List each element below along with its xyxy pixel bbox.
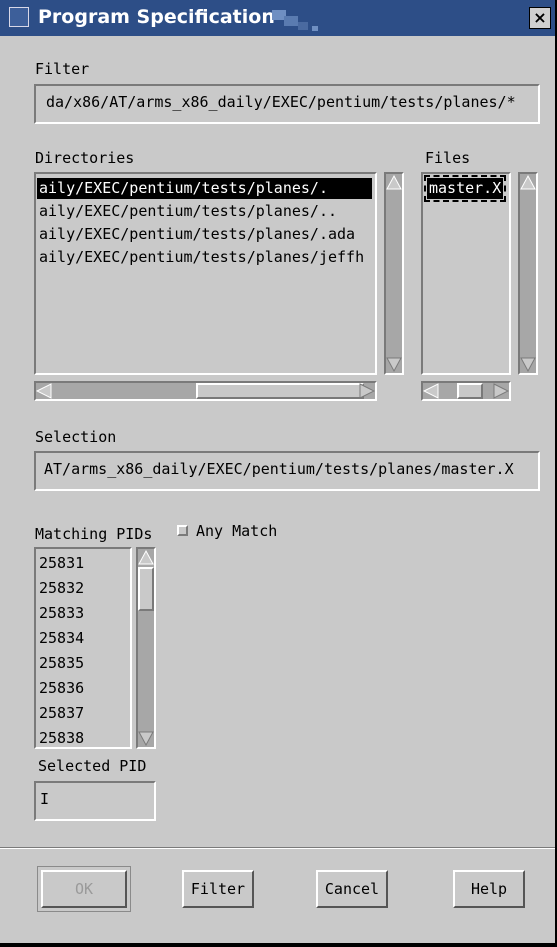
filter-input[interactable]: da/x86/AT/arms_x86_daily/EXEC/pentium/te… [34,84,540,124]
cancel-button[interactable]: Cancel [316,870,388,908]
selection-input[interactable]: AT/arms_x86_daily/EXEC/pentium/tests/pla… [34,451,540,491]
filter-label: Filter [35,60,90,78]
files-scroll-thumb[interactable] [457,383,483,399]
filter-button[interactable]: Filter [182,870,254,908]
filter-input-text: da/x86/AT/arms_x86_daily/EXEC/pentium/te… [46,93,516,111]
scroll-up-arrow-icon[interactable] [520,174,536,190]
pid-item[interactable]: 25832 [37,578,84,599]
directories-list[interactable]: aily/EXEC/pentium/tests/planes/. aily/EX… [34,172,377,375]
directories-vertical-scrollbar[interactable] [384,172,404,375]
directories-horizontal-scrollbar[interactable] [34,381,377,401]
directories-scroll-thumb[interactable] [196,383,364,399]
scroll-right-arrow-icon[interactable] [359,383,375,399]
pids-list[interactable]: 25831 25832 25833 25834 25835 25836 2583… [34,547,132,749]
button-separator [0,847,555,849]
any-match-checkbox[interactable] [177,525,188,536]
help-button[interactable]: Help [453,870,525,908]
files-list[interactable]: master.X [421,172,511,375]
pid-item[interactable]: 25836 [37,678,84,699]
program-specification-dialog: Program Specification × Filter da/x86/AT… [0,0,557,943]
scroll-up-arrow-icon[interactable] [138,549,154,565]
window-title: Program Specification [38,6,275,28]
scroll-down-arrow-icon[interactable] [138,731,154,747]
pid-item[interactable]: 25837 [37,703,84,724]
ok-button[interactable]: OK [37,866,131,912]
pid-item[interactable]: 25835 [37,653,84,674]
pids-vertical-scrollbar[interactable] [136,547,156,749]
selection-input-text: AT/arms_x86_daily/EXEC/pentium/tests/pla… [44,460,514,478]
scroll-left-arrow-icon[interactable] [36,383,52,399]
pid-item[interactable]: 25834 [37,628,84,649]
scroll-down-arrow-icon[interactable] [520,357,536,373]
matching-pids-label: Matching PIDs [35,525,153,543]
files-label: Files [425,149,471,167]
pid-item[interactable]: 25838 [37,728,84,747]
directories-label: Directories [35,149,135,167]
files-vertical-scrollbar[interactable] [518,172,538,375]
directory-item[interactable]: aily/EXEC/pentium/tests/planes/.ada [37,224,355,245]
scroll-up-arrow-icon[interactable] [386,174,402,190]
pid-item[interactable]: 25831 [37,553,84,574]
scroll-down-arrow-icon[interactable] [386,357,402,373]
window-decoration-icon [272,10,318,31]
any-match-label: Any Match [196,522,278,540]
window-menu-icon[interactable] [9,7,29,27]
selected-pid-input[interactable]: I [34,781,156,821]
directory-item[interactable]: aily/EXEC/pentium/tests/planes/.. [37,201,337,222]
pids-scroll-thumb[interactable] [138,567,154,611]
directory-item[interactable]: aily/EXEC/pentium/tests/planes/jeffh [37,247,364,268]
selection-label: Selection [35,428,117,446]
pid-item[interactable]: 25833 [37,603,84,624]
files-horizontal-scrollbar[interactable] [421,381,511,401]
directory-item[interactable]: aily/EXEC/pentium/tests/planes/. [37,178,372,199]
title-bar[interactable]: Program Specification × [0,0,555,36]
scroll-right-arrow-icon[interactable] [493,383,509,399]
file-item[interactable]: master.X [424,175,506,202]
scroll-left-arrow-icon[interactable] [423,383,439,399]
selected-pid-label: Selected PID [38,757,147,775]
close-button[interactable]: × [529,7,551,29]
text-cursor-icon: I [40,790,50,808]
